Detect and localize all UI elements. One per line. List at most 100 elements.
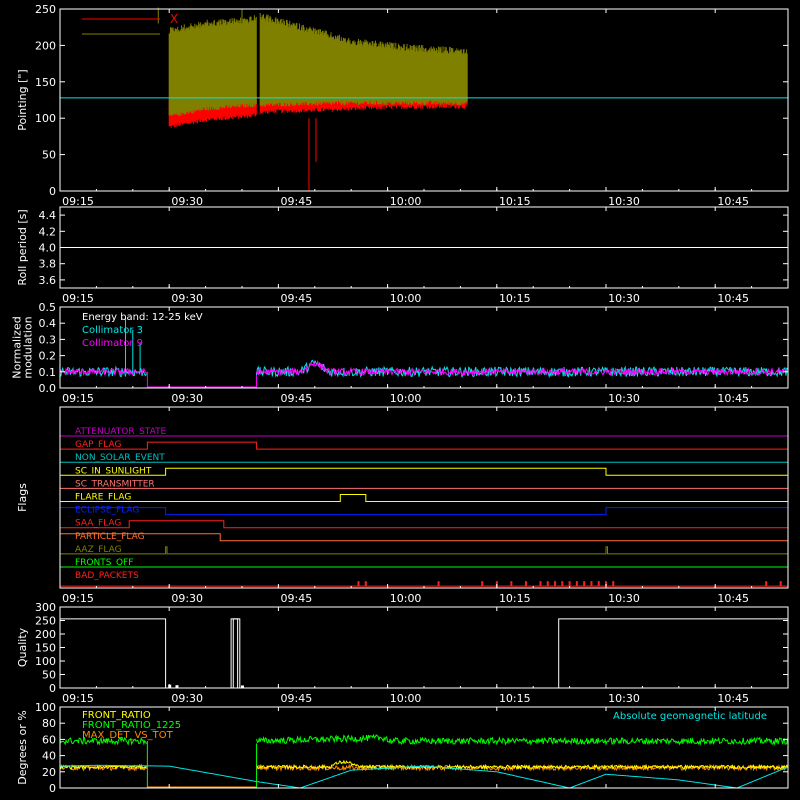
chart: XY09:15 09:30 09:45 10:00 10:15 10:30 10:45050… xyxy=(11,3,789,795)
modulation-legend: Energy band: 12-25 keV Collimator 3 Collim… xyxy=(82,312,203,349)
x-tick-label: 10:15 xyxy=(499,292,531,305)
y-tick-label: 0.1 xyxy=(39,366,57,379)
x-tick-label: 09:15 xyxy=(62,592,94,605)
flag-gap-flag: GAP_FLAG xyxy=(60,440,788,450)
quality-x-axis: 09:15 09:30 09:45 10:00 10:15 10:30 10:45 xyxy=(59,607,789,705)
x-tick-label: 10:30 xyxy=(608,692,640,705)
x-tick-label: 10:00 xyxy=(390,692,422,705)
x-tick-label: 10:00 xyxy=(390,292,422,305)
y-tick-label: 0 xyxy=(49,185,56,198)
legend-label: Collimator 9 xyxy=(82,338,143,349)
x-tick-label: 09:45 xyxy=(281,392,313,405)
y-tick-label: 100 xyxy=(35,655,56,668)
flag-sc-transmitter: SC_TRANSMITTER xyxy=(60,479,788,489)
flag-saa-flag: SAA_FLAG xyxy=(60,519,788,529)
x-tick-label: 10:45 xyxy=(717,292,749,305)
pointing-trace xyxy=(168,15,257,116)
y-tick-label: 100 xyxy=(35,112,56,125)
y-tick-label: 50 xyxy=(42,149,56,162)
ratios-ylabel: Degrees or % xyxy=(16,710,29,784)
flags-ylabel: Flags xyxy=(16,483,29,512)
x-tick-label: 10:15 xyxy=(499,592,531,605)
y-tick-label: 3.6 xyxy=(39,274,57,287)
x-tick-label: 10:30 xyxy=(608,392,640,405)
x-tick-label: 09:30 xyxy=(171,392,203,405)
flag-line xyxy=(60,494,788,502)
y-tick-label: 0.5 xyxy=(39,301,57,314)
roll-ylabel: Roll period [s] xyxy=(16,209,29,285)
quality-ylabel: Quality xyxy=(16,627,29,667)
y-tick-label: 250 xyxy=(35,615,56,628)
quality-line xyxy=(60,618,788,689)
y-tick-label: 100 xyxy=(35,701,56,714)
flag-line xyxy=(59,533,788,542)
x-tick-label: 10:30 xyxy=(608,195,640,208)
x-tick-label: 10:15 xyxy=(499,195,531,208)
flag-line xyxy=(60,441,788,450)
x-tick-label: 10:30 xyxy=(608,292,640,305)
flags-x-axis: 09:15 09:30 09:45 10:00 10:15 10:30 10:45 xyxy=(59,407,789,605)
y-axis-label: Pointing ["] xyxy=(16,69,29,130)
y-axis-label: Quality xyxy=(16,627,29,667)
y-tick-label: 150 xyxy=(35,76,56,89)
flag-label: BAD_PACKETS xyxy=(75,571,139,581)
x-tick-label: 10:15 xyxy=(499,692,531,705)
series-collimator-3 xyxy=(59,359,788,379)
y-tick-label: 20 xyxy=(42,766,56,779)
quality-y-axis: 050100150200250300 xyxy=(35,601,788,695)
energy-band-label: Energy band: 12-25 keV xyxy=(82,312,203,323)
y-tick-label: 50 xyxy=(42,669,56,682)
x-tick-label: 10:45 xyxy=(717,195,749,208)
x-tick-label: 10:00 xyxy=(390,592,422,605)
x-tick-label: 09:15 xyxy=(62,692,94,705)
flag-attenuator-state: ATTENUATOR_STATE xyxy=(60,427,788,437)
x-tick-label: 10:00 xyxy=(390,195,422,208)
y-axis-label: Flags xyxy=(16,483,29,512)
flag-sc-in-sunlight: SC_IN_SUNLIGHT xyxy=(60,466,788,476)
legend-label: X xyxy=(170,12,178,26)
x-tick-label: 09:45 xyxy=(281,592,313,605)
pointing-ylabel: Pointing ["] xyxy=(16,69,29,130)
x-tick-label: 09:15 xyxy=(62,392,94,405)
legend-label: MAX_DET_VS_TOT xyxy=(82,730,174,741)
flag-line xyxy=(59,507,789,516)
legend-label: Collimator 3 xyxy=(82,325,143,336)
x-tick-label: 09:30 xyxy=(171,592,203,605)
legend-label: Y xyxy=(169,27,178,41)
y-tick-label: 250 xyxy=(35,3,56,16)
quality-line xyxy=(232,618,239,688)
y-tick-label: 4.2 xyxy=(39,225,57,238)
y-tick-label: 40 xyxy=(42,750,56,763)
y-tick-label: 0 xyxy=(49,782,56,795)
flags-frame xyxy=(59,406,789,589)
ratio-trace xyxy=(256,733,789,746)
flag-eclipse-flag: ECLIPSE_FLAG xyxy=(59,506,789,516)
y-tick-label: 0.4 xyxy=(39,317,57,330)
modulation-ylabel: Normalizedmodulation xyxy=(11,316,35,378)
y-tick-label: 3.8 xyxy=(39,258,57,271)
x-tick-label: 09:15 xyxy=(62,292,94,305)
flag-bad-packets: BAD_PACKETS xyxy=(60,571,788,587)
y-axis-label: Roll period [s] xyxy=(16,209,29,285)
flag-non-solar-event: NON_SOLAR_EVENT xyxy=(60,453,788,463)
x-tick-label: 09:15 xyxy=(62,195,94,208)
y-axis-label: modulation xyxy=(22,316,35,378)
y-tick-label: 4.4 xyxy=(39,209,57,222)
y-tick-label: 4.0 xyxy=(39,242,57,255)
x-tick-label: 09:45 xyxy=(281,692,313,705)
y-tick-label: 150 xyxy=(35,642,56,655)
x-tick-label: 09:45 xyxy=(281,195,313,208)
x-tick-label: 09:30 xyxy=(171,195,203,208)
flag-particle-flag: PARTICLE_FLAG xyxy=(59,532,788,542)
y-tick-label: 0 xyxy=(49,682,56,695)
flag-flare-flag: FLARE_FLAG xyxy=(60,493,788,503)
x-tick-label: 10:45 xyxy=(717,592,749,605)
x-tick-label: 10:45 xyxy=(717,392,749,405)
x-tick-label: 09:30 xyxy=(171,692,203,705)
x-tick-label: 09:30 xyxy=(171,292,203,305)
y-tick-label: 200 xyxy=(35,39,56,52)
x-tick-label: 10:00 xyxy=(390,392,422,405)
flag-fronts-off: FRONTS_OFF xyxy=(60,558,788,568)
y-tick-label: 0.0 xyxy=(39,382,57,395)
flag-label: ECLIPSE_FLAG xyxy=(75,506,139,516)
